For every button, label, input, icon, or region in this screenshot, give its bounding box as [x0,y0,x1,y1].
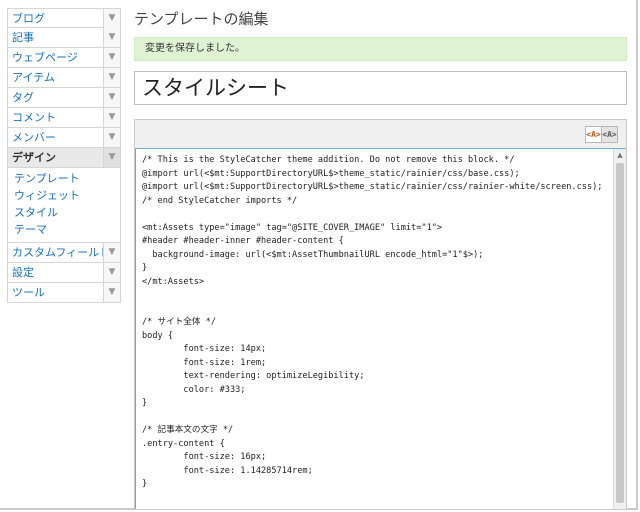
code-line: font-size: 1rem; [142,357,267,368]
code-line: #header #header-inner #header-content { [142,236,344,246]
sidebar-item-label[interactable]: 記事 [12,31,34,44]
code-line: </mt:Assets> [142,276,205,287]
code-line: /* 記事本文の文字 */ [142,425,234,435]
sidebar-item-label[interactable]: ツール [12,286,45,299]
submenu-item-templates[interactable]: テンプレート [14,170,120,187]
success-message: 変更を保存しました。 [134,37,627,61]
scroll-up-icon[interactable]: ▲ [614,149,626,161]
scroll-thumb[interactable] [616,163,624,503]
submenu-item-widgets[interactable]: ウィジェット [14,187,120,204]
sidebar-item-label[interactable]: メンバー [12,131,56,144]
code-line: @import url(<$mt:SupportDirectoryURL$>th… [142,168,520,179]
chevron-down-icon[interactable]: ▼ [103,283,120,302]
code-line: font-size: 1.14285714rem; [142,465,313,476]
sidebar-item-label[interactable]: ウェブページ [12,51,78,64]
code-line: font-size: 14px; [142,344,267,354]
sidebar-item-design[interactable]: デザイン ▼ [7,148,121,168]
template-editor: <A> <A> /* This is the StyleCatcher them… [134,119,627,510]
template-name-input[interactable]: スタイルシート [134,71,627,105]
code-line: text-rendering: optimizeLegibility; [142,371,365,381]
chevron-down-icon[interactable]: ▼ [103,108,120,127]
sidebar-item-entries[interactable]: 記事 ▼ [7,28,121,48]
code-line: .entry-content { [142,438,225,449]
sidebar-item-webpages[interactable]: ウェブページ ▼ [7,48,121,68]
sidebar-item-tags[interactable]: タグ ▼ [7,88,121,108]
chevron-down-icon[interactable]: ▼ [103,88,120,107]
chevron-down-icon[interactable]: ▼ [103,263,120,282]
chevron-down-icon[interactable]: ▼ [103,148,120,167]
sidebar-item-label[interactable]: カスタムフィールド [12,246,110,259]
page-title: テンプレートの編集 [134,10,269,28]
code-line: font-size: 16px; [142,452,267,462]
chevron-down-icon[interactable]: ▼ [103,243,120,262]
chevron-down-icon[interactable]: ▼ [103,28,120,47]
code-line: } [142,398,148,408]
editor-toolbar: <A> <A> [135,120,626,148]
sidebar-item-label[interactable]: タグ [12,91,34,104]
code-line: } [142,479,148,489]
code-line: } [142,263,148,273]
syntax-highlight-toggle[interactable]: <A> <A> [585,126,618,143]
sidebar-item-label[interactable]: 設定 [12,266,34,279]
sidebar-item-tools[interactable]: ツール ▼ [7,283,121,303]
design-submenu: テンプレート ウィジェット スタイル テーマ [7,168,121,243]
code-line: /* This is the StyleCatcher theme additi… [142,155,515,165]
submenu-item-styles[interactable]: スタイル [14,204,120,221]
chevron-down-icon[interactable]: ▼ [103,68,120,87]
code-line: color: #333; [142,384,246,395]
chevron-down-icon[interactable]: ▼ [103,128,120,147]
code-line: @import url(<$mt:SupportDirectoryURL$>th… [142,182,603,192]
submenu-item-themes[interactable]: テーマ [14,221,120,238]
vertical-scrollbar[interactable]: ▲ [613,149,626,509]
syntax-off-icon[interactable]: <A> [601,127,617,142]
chevron-down-icon[interactable]: ▼ [103,9,120,28]
sidebar-item-custom-fields[interactable]: カスタムフィールド ▼ [7,243,121,263]
chevron-down-icon[interactable]: ▼ [103,48,120,67]
code-line: background-image: url(<$mt:AssetThumbnai… [142,249,484,260]
code-line: <mt:Assets type="image" tag="@SITE_COVER… [142,222,443,233]
code-line: body { [142,330,174,341]
sidebar-nav: ブログ ▼ 記事 ▼ ウェブページ ▼ アイテム ▼ タグ ▼ コメント ▼ メ… [7,8,121,303]
sidebar-item-settings[interactable]: 設定 ▼ [7,263,121,283]
sidebar-item-assets[interactable]: アイテム ▼ [7,68,121,88]
sidebar-item-members[interactable]: メンバー ▼ [7,128,121,148]
syntax-on-icon[interactable]: <A> [586,127,601,142]
sidebar-item-label[interactable]: デザイン [12,151,56,164]
sidebar-item-comments[interactable]: コメント ▼ [7,108,121,128]
code-lines: /* This is the StyleCatcher theme additi… [142,154,610,492]
sidebar-item-label[interactable]: コメント [12,111,56,124]
code-line: /* サイト全体 */ [142,317,217,327]
sidebar-item-label[interactable]: ブログ [12,12,45,25]
sidebar-item-blog[interactable]: ブログ ▼ [7,8,121,28]
code-line: /* end StyleCatcher imports */ [142,195,298,206]
sidebar-item-label[interactable]: アイテム [12,71,55,84]
code-textarea[interactable]: /* This is the StyleCatcher theme additi… [135,148,626,509]
